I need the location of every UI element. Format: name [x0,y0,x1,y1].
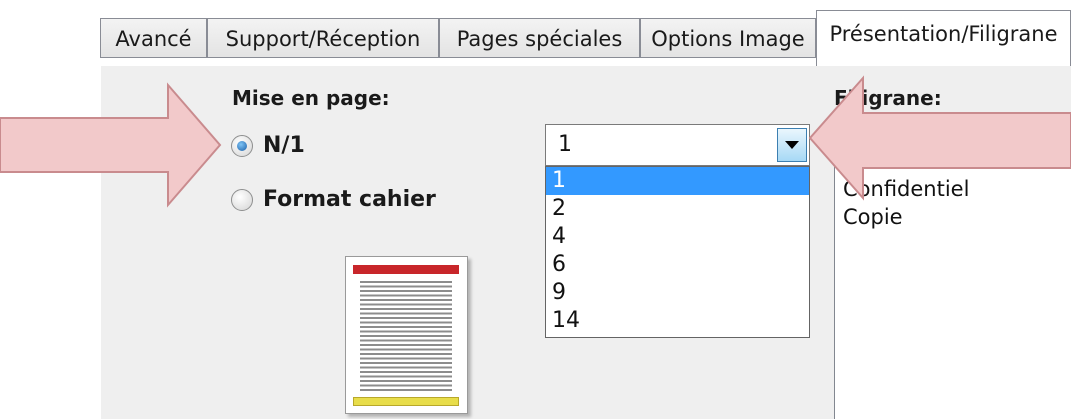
radio-unchecked-icon[interactable] [231,188,253,211]
pages-per-sheet-dropdown[interactable]: 1 2 4 6 9 14 [545,166,810,338]
watermark-item-copie[interactable]: Copie [835,203,1071,231]
arrow-left-icon [808,75,1071,201]
printer-properties-window: Avancé Support/Réception Pages spéciales… [0,0,1071,419]
radio-format-cahier-label: Format cahier [263,187,436,212]
radio-n-per-1-label: N/1 [263,133,305,158]
pages-per-sheet-combo[interactable]: 1 [545,124,810,166]
dropdown-option-1[interactable]: 1 [546,167,809,195]
dropdown-option-2[interactable]: 2 [546,195,809,223]
pages-per-sheet-value: 1 [558,132,572,157]
arrow-right-icon [0,82,222,208]
preview-footer-bar [353,397,459,406]
preview-text-lines [360,281,452,391]
chevron-down-icon[interactable] [777,128,807,162]
page-layout-preview [345,256,468,414]
tab-pages-speciales[interactable]: Pages spéciales [439,18,640,58]
tab-avance[interactable]: Avancé [100,18,207,58]
layout-label: Mise en page: [232,86,390,110]
radio-checked-icon[interactable] [231,134,253,157]
tab-presentation-filigrane[interactable]: Présentation/Filigrane [816,10,1071,66]
tab-support-reception[interactable]: Support/Réception [207,18,439,58]
dropdown-option-14[interactable]: 14 [546,307,809,335]
preview-header-bar [353,265,459,274]
dropdown-option-4[interactable]: 4 [546,223,809,251]
dropdown-option-9[interactable]: 9 [546,279,809,307]
radio-n-per-1[interactable]: N/1 [231,133,305,158]
dropdown-option-6[interactable]: 6 [546,251,809,279]
radio-format-cahier[interactable]: Format cahier [231,187,436,212]
tab-options-image[interactable]: Options Image [640,18,816,58]
